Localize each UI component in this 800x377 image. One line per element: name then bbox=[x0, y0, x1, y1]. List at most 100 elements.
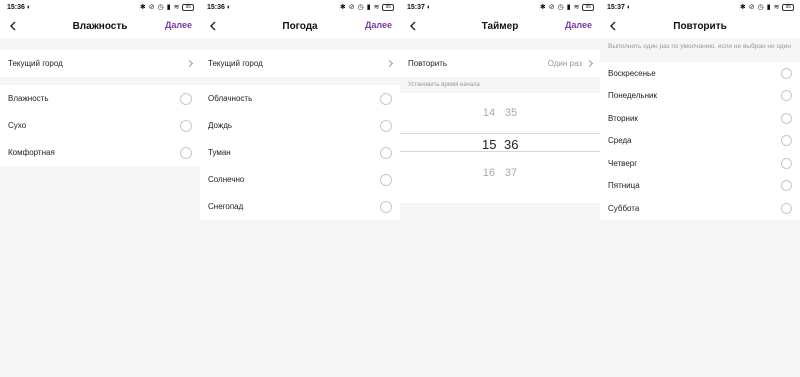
back-arrow-icon[interactable] bbox=[406, 19, 420, 33]
radio-button[interactable] bbox=[781, 67, 792, 79]
radio-button[interactable] bbox=[781, 180, 792, 192]
radio-button[interactable] bbox=[380, 119, 392, 132]
option-row[interactable]: Облачность bbox=[200, 85, 400, 112]
option-row[interactable]: Снегопад bbox=[200, 193, 400, 220]
option-label: Влажность bbox=[8, 94, 49, 103]
signal-icon: ▮ bbox=[566, 4, 571, 11]
picker-minute: 36 bbox=[504, 137, 519, 152]
radio-button[interactable] bbox=[180, 92, 192, 105]
status-time: 15:37 bbox=[607, 3, 625, 11]
status-bar: 15:37 ◐ ✱ ⊘ ◷ ▮ ≋ 95 bbox=[400, 0, 600, 14]
day-row[interactable]: Четверг bbox=[600, 152, 800, 175]
day-row[interactable]: Пятница bbox=[600, 174, 800, 197]
day-row[interactable]: Суббота bbox=[600, 197, 800, 220]
current-city-label: Текущий город bbox=[208, 59, 263, 68]
bluetooth-icon: ✱ bbox=[739, 4, 746, 11]
back-arrow-icon[interactable] bbox=[606, 19, 620, 33]
radio-button[interactable] bbox=[380, 92, 392, 105]
option-label: Туман bbox=[208, 148, 231, 157]
radio-button[interactable] bbox=[180, 119, 192, 132]
notification-icon: ◐ bbox=[26, 3, 32, 11]
picker-hour: 15 bbox=[482, 137, 497, 152]
picker-row-below[interactable]: 16 37 bbox=[400, 167, 600, 179]
option-row[interactable]: Туман bbox=[200, 139, 400, 166]
option-label: Комфортная bbox=[8, 148, 55, 157]
timer-screen: 15:37 ◐ ✱ ⊘ ◷ ▮ ≋ 95 Таймер Далее Повтори… bbox=[400, 0, 600, 377]
bluetooth-icon: ✱ bbox=[139, 4, 146, 11]
option-row[interactable]: Солнечно bbox=[200, 166, 400, 193]
radio-button[interactable] bbox=[781, 202, 792, 214]
picker-minute: 35 bbox=[504, 107, 518, 119]
chevron-right-icon bbox=[585, 59, 594, 68]
alarm-icon: ◷ bbox=[357, 4, 364, 11]
chevron-right-icon bbox=[185, 59, 194, 68]
picker-row-above[interactable]: 14 35 bbox=[400, 107, 600, 119]
option-row[interactable]: Комфортная bbox=[0, 139, 200, 166]
status-bar: 15:36 ◐ ✱ ⊘ ◷ ▮ ≋ 95 bbox=[200, 0, 400, 14]
day-row[interactable]: Вторник bbox=[600, 107, 800, 130]
next-button[interactable]: Далее bbox=[565, 20, 592, 30]
radio-button[interactable] bbox=[781, 90, 792, 102]
weather-screen: 15:36 ◐ ✱ ⊘ ◷ ▮ ≋ 95 Погода Далее Текущий… bbox=[200, 0, 400, 377]
day-row[interactable]: Среда bbox=[600, 129, 800, 152]
mute-icon: ⊘ bbox=[748, 4, 755, 11]
radio-button[interactable] bbox=[180, 146, 192, 159]
day-row[interactable]: Понедельник bbox=[600, 84, 800, 107]
alarm-icon: ◷ bbox=[157, 4, 164, 11]
current-city-label: Текущий город bbox=[8, 59, 63, 68]
time-picker[interactable]: 14 35 15 36 16 37 bbox=[400, 93, 600, 203]
day-label: Пятница bbox=[608, 181, 640, 191]
wifi-icon: ≋ bbox=[373, 4, 380, 11]
radio-button[interactable] bbox=[781, 112, 792, 124]
picker-row-selected[interactable]: 15 36 bbox=[400, 137, 600, 152]
bluetooth-icon: ✱ bbox=[539, 4, 546, 11]
repeat-label: Повторить bbox=[408, 59, 448, 68]
page-title: Повторить bbox=[673, 20, 727, 32]
next-button[interactable]: Далее bbox=[365, 20, 392, 30]
bluetooth-icon: ✱ bbox=[339, 4, 346, 11]
radio-button[interactable] bbox=[380, 200, 392, 213]
mute-icon: ⊘ bbox=[348, 4, 355, 11]
screens-container: 15:36 ◐ ✱ ⊘ ◷ ▮ ≋ 95 Влажность Далее Теку… bbox=[0, 0, 800, 377]
repeat-hint: Выполнить один раз по умолчанию, если не… bbox=[600, 38, 800, 62]
picker-hour: 16 bbox=[482, 167, 496, 179]
header: Влажность Далее bbox=[0, 14, 200, 38]
status-bar: 15:36 ◐ ✱ ⊘ ◷ ▮ ≋ 95 bbox=[0, 0, 200, 14]
start-time-hint: Установить время начала bbox=[400, 77, 600, 93]
radio-button[interactable] bbox=[380, 173, 392, 186]
mute-icon: ⊘ bbox=[548, 4, 555, 11]
status-time: 15:36 bbox=[7, 3, 25, 11]
battery-icon: 95 bbox=[382, 3, 394, 11]
day-label: Воскресенье bbox=[608, 68, 656, 78]
radio-button[interactable] bbox=[781, 135, 792, 147]
option-label: Снегопад bbox=[208, 202, 244, 211]
notification-icon: ◐ bbox=[626, 3, 632, 11]
radio-button[interactable] bbox=[781, 157, 792, 169]
current-city-row[interactable]: Текущий город bbox=[0, 50, 200, 77]
battery-icon: 95 bbox=[582, 3, 594, 11]
repeat-row[interactable]: Повторить Один раз bbox=[400, 50, 600, 77]
repeat-screen: 15:37 ◐ ✱ ⊘ ◷ ▮ ≋ 95 Повторить Выполнить … bbox=[600, 0, 800, 377]
option-label: Солнечно bbox=[208, 175, 245, 184]
option-row[interactable]: Сухо bbox=[0, 112, 200, 139]
battery-icon: 95 bbox=[182, 3, 194, 11]
picker-hour: 14 bbox=[482, 107, 496, 119]
wifi-icon: ≋ bbox=[573, 4, 580, 11]
option-row[interactable]: Влажность bbox=[0, 85, 200, 112]
day-label: Среда bbox=[608, 136, 632, 146]
signal-icon: ▮ bbox=[166, 4, 171, 11]
next-button[interactable]: Далее bbox=[165, 20, 192, 30]
option-row[interactable]: Дождь bbox=[200, 112, 400, 139]
picker-divider bbox=[400, 133, 600, 134]
wifi-icon: ≋ bbox=[773, 4, 780, 11]
back-arrow-icon[interactable] bbox=[6, 19, 20, 33]
day-label: Вторник bbox=[608, 113, 638, 123]
back-arrow-icon[interactable] bbox=[206, 19, 220, 33]
humidity-screen: 15:36 ◐ ✱ ⊘ ◷ ▮ ≋ 95 Влажность Далее Теку… bbox=[0, 0, 200, 377]
page-title: Погода bbox=[282, 20, 318, 32]
picker-divider bbox=[400, 151, 600, 152]
signal-icon: ▮ bbox=[766, 4, 771, 11]
day-row[interactable]: Воскресенье bbox=[600, 62, 800, 85]
radio-button[interactable] bbox=[380, 146, 392, 159]
current-city-row[interactable]: Текущий город bbox=[200, 50, 400, 77]
